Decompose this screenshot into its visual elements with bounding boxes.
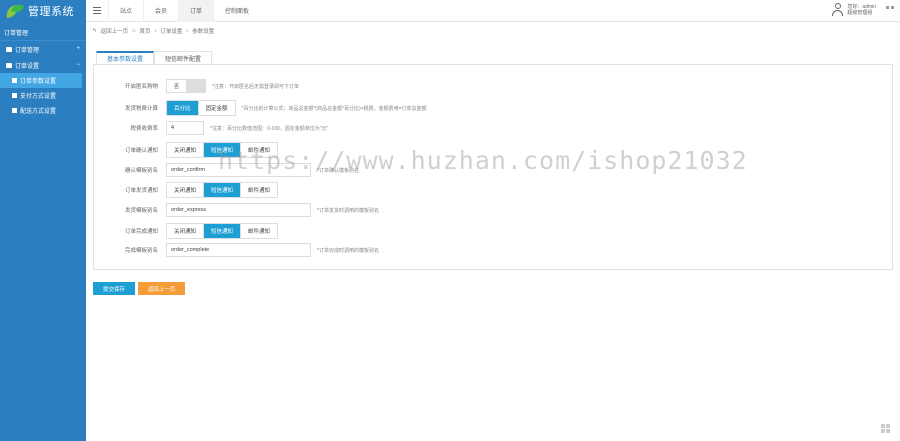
back-button[interactable]: 返回上一页	[138, 282, 185, 295]
logo-icon	[5, 2, 25, 19]
sidebar-item-payment[interactable]: 支付方式设置	[0, 88, 86, 103]
form-row-complete-template: 完成模板别名 *订单完成时调用的模板别名	[94, 243, 379, 257]
field-label: 订单发货通知	[124, 188, 158, 194]
field-hint: *订单发货时调用的模板别名	[317, 207, 379, 214]
grid-icon[interactable]	[881, 424, 890, 433]
option-email[interactable]: 邮件通知	[241, 183, 278, 197]
field-label: 确认模板别名	[124, 168, 158, 174]
field-label: 发货税费计算	[124, 106, 158, 112]
home-icon: ⌂	[132, 28, 136, 34]
tab-site[interactable]: 站点	[108, 0, 143, 22]
form-row-calc: 发货税费计算 百分比 固定金额 *百分比的计算公式：商品总金额*(商品总金额*百…	[94, 100, 427, 116]
field-label: 完成模板别名	[124, 248, 158, 254]
form-row-ship-notify: 订单发货通知 关闭通知 短信通知 邮件通知	[94, 182, 279, 198]
field-label: 发货模板别名	[124, 208, 158, 214]
sidebar-group-label: 订单设置	[15, 63, 40, 70]
save-button[interactable]: 提交保存	[93, 282, 135, 295]
option-email[interactable]: 邮件通知	[241, 224, 278, 238]
field-label: 税费收费率	[130, 126, 158, 132]
guest-switch[interactable]: 否	[166, 79, 206, 93]
sidebar-item-label: 配送方式设置	[20, 109, 57, 115]
breadcrumb-home[interactable]: 首页	[139, 27, 150, 35]
logo-text: 管理系统	[28, 6, 74, 18]
collapse-icon[interactable]: −	[76, 62, 80, 68]
option-off[interactable]: 关闭通知	[167, 224, 205, 238]
sidebar-item-delivery[interactable]: 配送方式设置	[0, 103, 86, 118]
field-hint: *注意：百分比数值范围：0-100，固定金额单位为“元”	[210, 125, 329, 132]
page-icon	[12, 78, 17, 83]
page-icon	[12, 108, 17, 113]
menu-toggle-icon[interactable]	[86, 0, 108, 22]
field-label: 开启匿名购物	[124, 84, 158, 90]
breadcrumb-separator: ›	[154, 28, 157, 34]
option-fixed[interactable]: 固定金额	[198, 101, 235, 115]
page-icon	[12, 93, 17, 98]
user-tools-icon[interactable]	[886, 6, 894, 9]
tax-rate-input[interactable]	[166, 121, 204, 135]
user-info[interactable]: 您好：admin 超级管理组	[832, 3, 876, 16]
ship-template-input[interactable]	[166, 203, 311, 217]
field-hint: *百分比的计算公式：商品总金额*(商品总金额*百分比)=税费，金额费用=订单总金…	[241, 105, 427, 112]
field-label: 订单确认通知	[124, 148, 158, 154]
sidebar-group-orders[interactable]: 订单管理 +	[0, 41, 86, 57]
calc-mode-selector: 百分比 固定金额	[166, 100, 236, 116]
option-sms[interactable]: 短信通知	[204, 183, 242, 197]
content-tabs: 基本参数设置 短信邮件配置	[96, 51, 213, 64]
form-row-guest: 开启匿名购物 否 *注意：开启匿名后无需登录即可下订单	[94, 79, 299, 93]
sidebar-item-order-params[interactable]: 订单参数设置	[0, 73, 82, 88]
confirm-notify-selector: 关闭通知 短信通知 邮件通知	[166, 142, 279, 158]
expand-icon[interactable]: +	[76, 46, 80, 52]
user-role: 超级管理组	[847, 9, 873, 16]
form-row-confirm-template: 确认模板别名 *订单确认模板别名	[94, 163, 359, 177]
switch-label: 否	[167, 80, 186, 92]
option-percent[interactable]: 百分比	[167, 101, 199, 115]
sidebar-item-label: 支付方式设置	[20, 94, 57, 100]
ship-notify-selector: 关闭通知 短信通知 邮件通知	[166, 182, 279, 198]
user-icon	[832, 3, 844, 16]
breadcrumb-current: 参数设置	[192, 29, 215, 35]
complete-template-input[interactable]	[166, 243, 311, 257]
tab-orders[interactable]: 订单	[178, 0, 214, 22]
confirm-template-input[interactable]	[166, 163, 311, 177]
form-row-complete-notify: 订单完成通知 关闭通知 短信通知 邮件通知	[94, 223, 279, 239]
top-navbar: 站点 会员 订单 控制面板 您好：admin 超级管理组	[86, 0, 900, 22]
breadcrumb: ↰ 返回上一页 ⌂ 首页 › 订单设置 › 参数设置	[92, 25, 214, 37]
sidebar-group-settings[interactable]: 订单设置 −	[0, 57, 86, 73]
form-row-ship-template: 发货模板别名 *订单发货时调用的模板别名	[94, 203, 379, 217]
folder-icon	[6, 62, 12, 68]
option-email[interactable]: 邮件通知	[241, 143, 278, 157]
form-row-tax: 税费收费率 *注意：百分比数值范围：0-100，固定金额单位为“元”	[94, 121, 328, 135]
option-sms[interactable]: 短信通知	[204, 224, 242, 238]
tab-sms-email[interactable]: 短信邮件配置	[154, 51, 213, 64]
tab-basic-params[interactable]: 基本参数设置	[96, 51, 155, 64]
field-hint: *注意：开启匿名后无需登录即可下订单	[212, 83, 299, 90]
breadcrumb-separator: ›	[186, 28, 189, 34]
breadcrumb-level1[interactable]: 订单设置	[160, 27, 182, 35]
sidebar-group-label: 订单管理	[15, 47, 40, 54]
option-off[interactable]: 关闭通知	[167, 183, 205, 197]
sidebar-section-title: 订单管理	[0, 25, 86, 41]
option-sms[interactable]: 短信通知	[204, 143, 242, 157]
back-arrow-icon[interactable]: ↰	[92, 28, 97, 34]
sidebar: 管理系统 订单管理 订单管理 + 订单设置 − 订单参数设置 支付方式设置 配送…	[0, 0, 86, 441]
tab-members[interactable]: 会员	[143, 0, 178, 22]
option-off[interactable]: 关闭通知	[167, 143, 205, 157]
sidebar-item-label: 订单参数设置	[20, 79, 57, 85]
tab-control-panel[interactable]: 控制面板	[213, 0, 260, 22]
field-hint: *订单完成时调用的模板别名	[317, 247, 379, 254]
user-greeting: 您好：admin	[847, 3, 876, 10]
form-row-confirm-notify: 订单确认通知 关闭通知 短信通知 邮件通知	[94, 142, 279, 158]
complete-notify-selector: 关闭通知 短信通知 邮件通知	[166, 223, 279, 239]
breadcrumb-back[interactable]: 返回上一页	[101, 27, 129, 35]
settings-panel: 开启匿名购物 否 *注意：开启匿名后无需登录即可下订单 发货税费计算 百分比 固…	[93, 64, 893, 270]
folder-icon	[6, 46, 12, 52]
logo[interactable]: 管理系统	[0, 0, 86, 22]
field-hint: *订单确认模板别名	[317, 167, 359, 174]
field-label: 订单完成通知	[124, 229, 158, 235]
